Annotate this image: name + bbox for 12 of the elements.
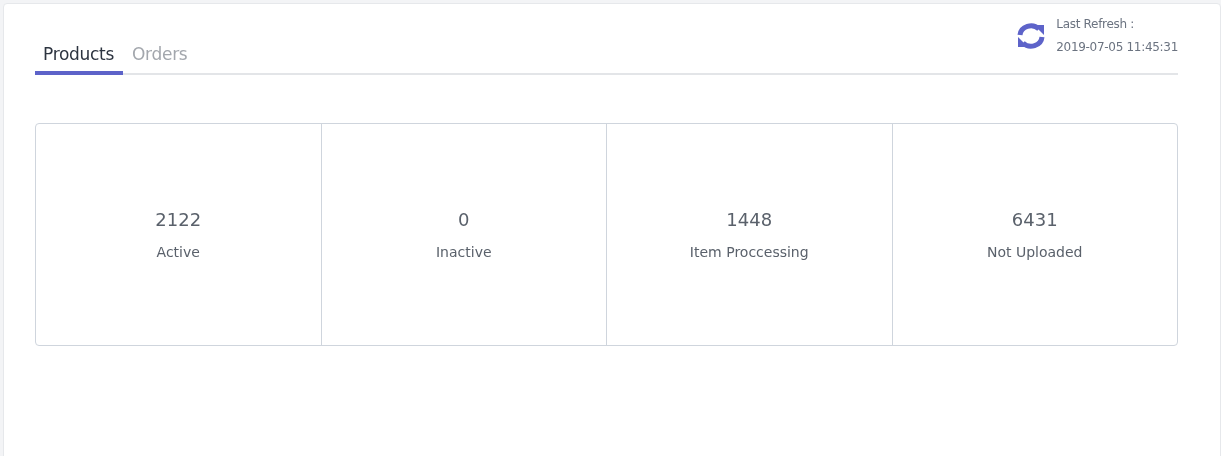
stat-value: 2122 xyxy=(155,209,202,230)
tab[interactable]: Products xyxy=(35,37,123,75)
refresh-icon[interactable] xyxy=(1016,23,1047,49)
stat-label: Active xyxy=(156,244,200,260)
stat-label: Item Proccessing xyxy=(689,244,809,260)
stat-value: 6431 xyxy=(1011,209,1058,230)
stat-label: Not Uploaded xyxy=(986,244,1083,260)
refresh-label: Last Refresh : xyxy=(1056,16,1136,33)
stat-value: 1448 xyxy=(726,209,773,230)
refresh-time: 2019-07-05 11:45:31 xyxy=(1056,39,1178,56)
stat-value: 0 xyxy=(458,209,470,230)
stat-label: Inactive xyxy=(435,244,492,260)
